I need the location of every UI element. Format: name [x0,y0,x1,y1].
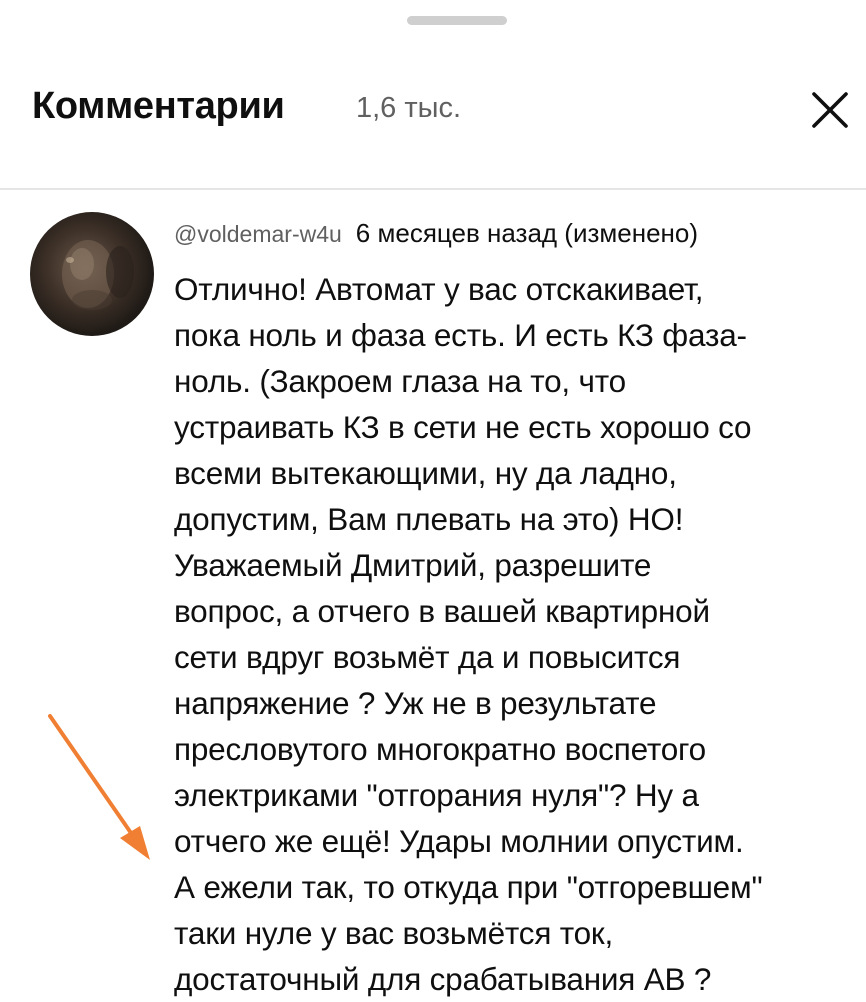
comments-count: 1,6 тыс. [356,92,462,124]
comment-line: Уважаемый Дмитрий, разрешите [174,547,652,583]
comment-line: устраивать КЗ в сети не есть хорошо со [174,409,752,445]
comment-line: пресловутого многократно воспетого [174,731,706,767]
comments-header: Комментарии 1,6 тыс. [0,60,866,160]
comments-title: Комментарии [32,85,285,127]
comment-meta: @voldemar-w4u 6 месяцев назад (изменено) [174,218,698,249]
avatar-image [62,240,134,310]
comment-text: Отлично! Автомат у вас отскакивает, пока… [174,266,854,1002]
close-button[interactable] [802,82,858,138]
comment-time: 6 месяцев назад (изменено) [355,218,699,248]
comment-line: Отлично! Автомат у вас отскакивает, [174,271,704,307]
comment-line: отчего же ещё! Удары молнии опустим. [174,823,744,859]
comment-line: сети вдруг возьмёт да и повысится [174,639,681,675]
comment-item: @voldemar-w4u 6 месяцев назад (изменено) … [0,190,866,997]
comment-line: А ежели так, то откуда при "отгоревшем" [174,869,763,905]
comment-line: электриками "отгорания нуля"? Ну а [174,777,699,813]
comment-line: достаточный для срабатывания АВ ? [174,961,712,997]
drag-handle[interactable] [407,16,507,25]
comments-sheet: Комментарии 1,6 тыс. @voldemar-w4u 6 меся… [0,0,866,997]
comment-line: допустим, Вам плевать на это) НО! [174,501,684,537]
comment-line: вопрос, а отчего в вашей квартирной [174,593,710,629]
comment-line: таки нуле у вас возьмётся ток, [174,915,614,951]
comment-line: напряжение ? Уж не в результате [174,685,657,721]
comment-line: всеми вытекающими, ну да ладно, [174,455,677,491]
comment-author[interactable]: @voldemar-w4u [174,221,342,247]
comment-line: ноль. (Закроем глаза на то, что [174,363,626,399]
avatar[interactable] [30,212,154,336]
comment-line: пока ноль и фаза есть. И есть КЗ фаза- [174,317,747,353]
close-icon [812,92,848,128]
